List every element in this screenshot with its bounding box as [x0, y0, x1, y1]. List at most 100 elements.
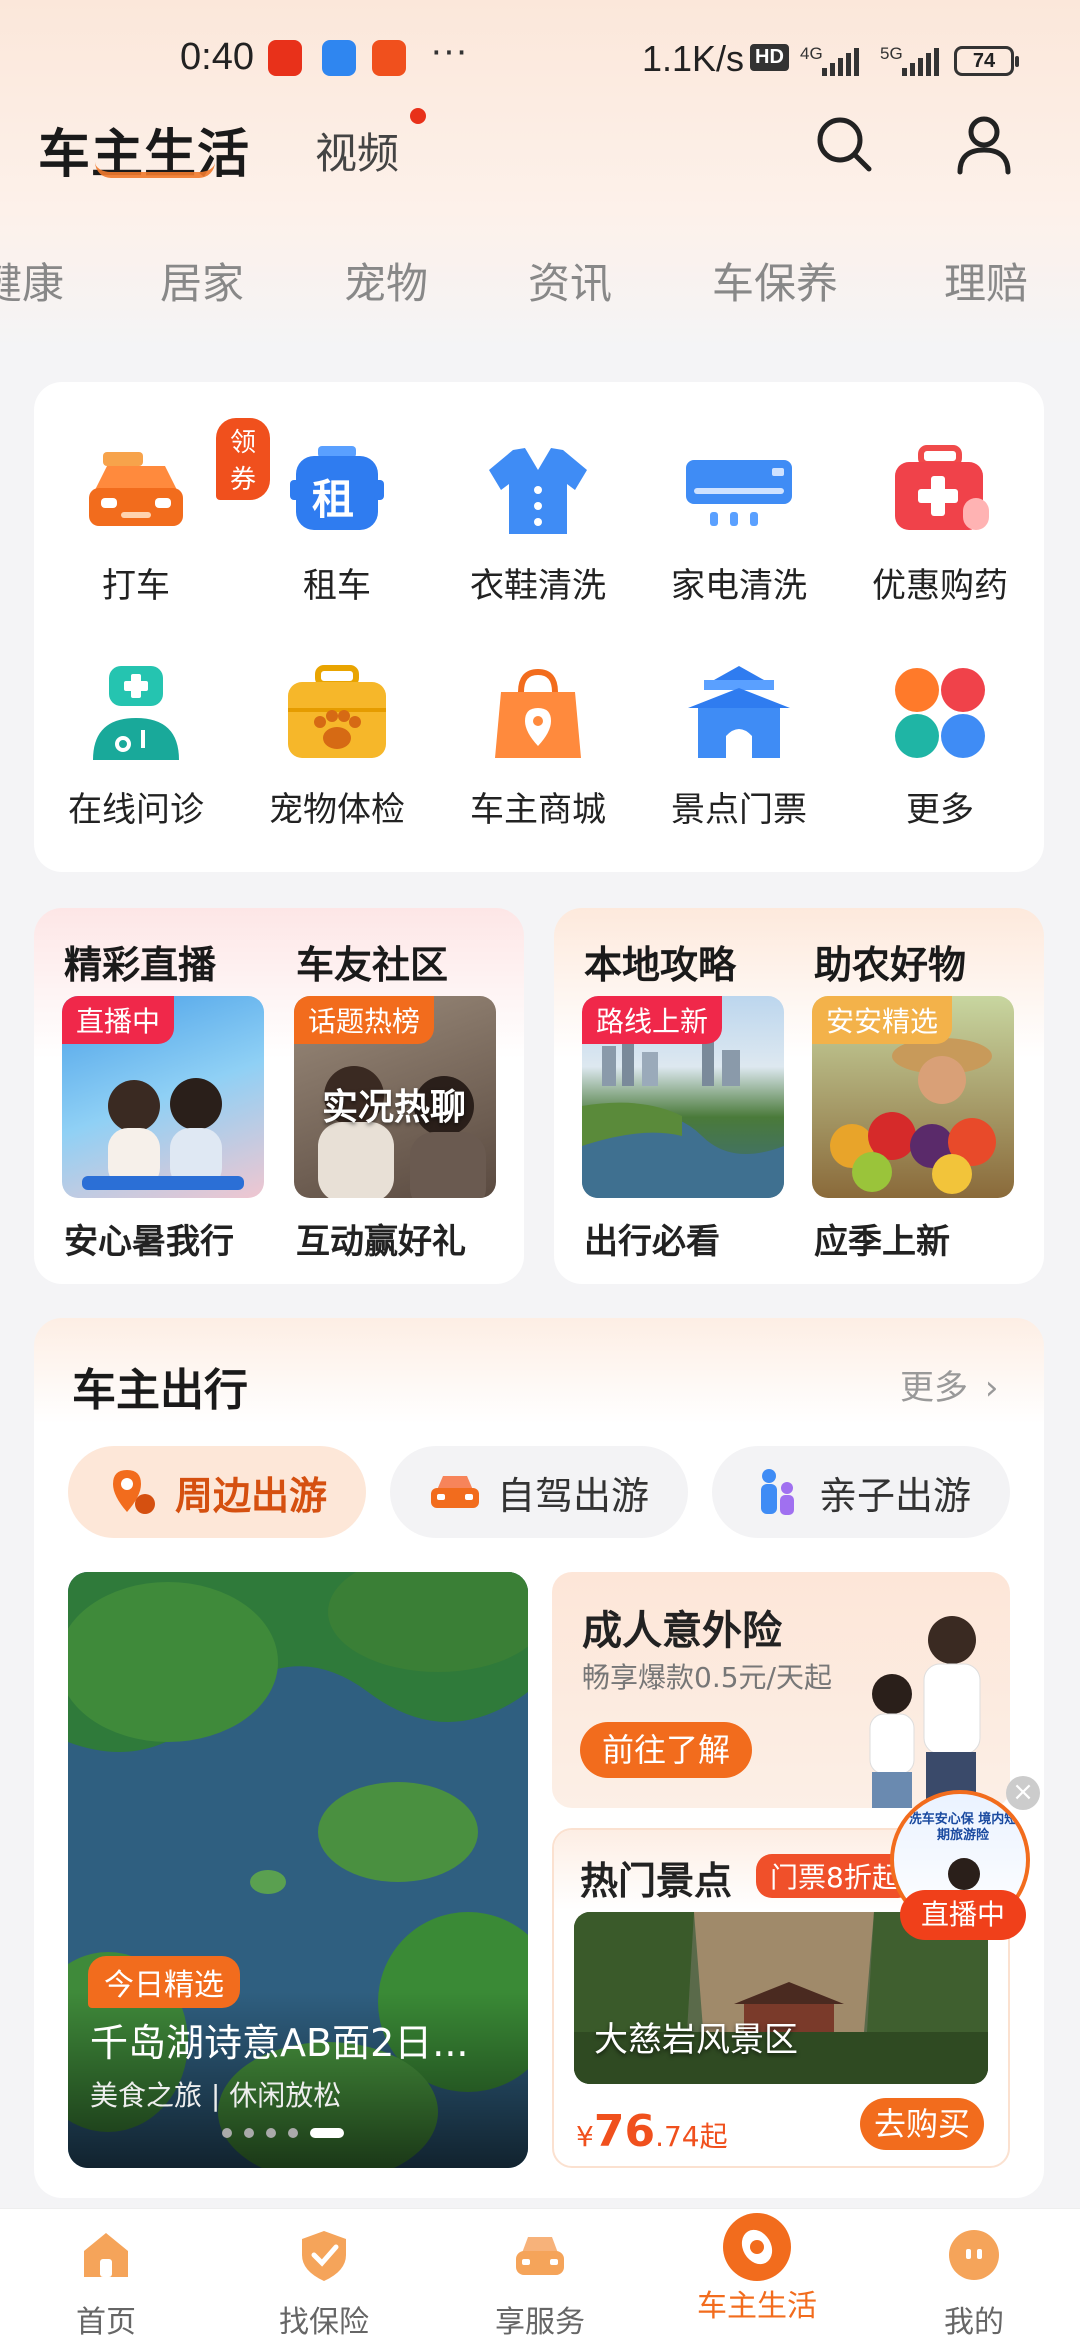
profile-icon: [949, 2230, 999, 2280]
chip-nearby-travel[interactable]: 周边出游: [68, 1446, 366, 1538]
travel-more-link[interactable]: 更多 ›: [900, 1360, 998, 1409]
signal-bars-2-icon: [902, 48, 939, 76]
service-label: 车主商城: [470, 790, 606, 830]
hd-voice-icon: HD: [750, 44, 789, 71]
travel-section-title: 车主出行: [72, 1365, 248, 1416]
live-community-card: 精彩直播 车友社区 直播中 话题热榜 实况热聊 安心暑我行 互动赢好礼: [34, 908, 524, 1284]
chip-self-drive[interactable]: 自驾出游: [390, 1446, 688, 1538]
new-route-badge: 路线上新: [582, 996, 723, 1044]
service-label: 打车: [102, 566, 170, 606]
tab-claims[interactable]: 理赔: [944, 250, 1028, 311]
nav-services[interactable]: 享服务: [460, 2227, 620, 2340]
more-notifications-icon: ···: [430, 30, 468, 72]
nav-insurance[interactable]: 找保险: [244, 2227, 404, 2340]
user-icon[interactable]: [952, 112, 1016, 176]
farm-goods-caption: 应季上新: [814, 1222, 950, 1262]
car-service-icon: [516, 2237, 564, 2275]
community-title[interactable]: 车友社区: [296, 934, 448, 989]
scenic-title: 热门景点: [580, 1859, 733, 1903]
insurance-subtitle: 畅享爆款0.5元/天起: [582, 1661, 832, 1694]
service-label: 家电清洗: [671, 566, 807, 606]
app-notification-icon: [322, 40, 356, 76]
app-notification-icon-2: [372, 40, 406, 76]
air-conditioner-icon: [686, 460, 792, 526]
brand-underline: [95, 162, 215, 178]
insurance-title: 成人意外险: [582, 1608, 782, 1654]
community-thumbnail[interactable]: 话题热榜 实况热聊: [294, 996, 496, 1198]
service-medicine[interactable]: 优惠购药: [855, 440, 1025, 607]
local-guide-thumbnail[interactable]: 路线上新: [582, 996, 784, 1198]
nav-car-life[interactable]: 车主生活: [677, 2213, 837, 2325]
taobao-notification-icon: [268, 40, 302, 76]
battery-level: 74: [972, 50, 996, 72]
home-icon: [84, 2233, 128, 2277]
nav-label: 车主生活: [697, 2289, 817, 2324]
chip-family-travel[interactable]: 亲子出游: [712, 1446, 1010, 1538]
tab-car-maintenance[interactable]: 车保养: [712, 250, 838, 311]
tab-health[interactable]: 健康: [0, 250, 64, 311]
chip-label: 亲子出游: [818, 1473, 971, 1518]
service-taxi[interactable]: 领券 打车: [51, 418, 271, 607]
service-label: 宠物体检: [269, 790, 405, 830]
nav-label: 我的: [944, 2305, 1004, 2340]
tab-pets[interactable]: 宠物: [344, 250, 428, 311]
service-appliance-cleaning[interactable]: 家电清洗: [654, 440, 824, 607]
battery-icon: 74: [954, 46, 1019, 76]
today-pick-badge: 今日精选: [88, 1956, 240, 2008]
more-label: 更多: [900, 1368, 968, 1408]
service-label: 优惠购药: [872, 566, 1008, 606]
service-label: 更多: [906, 790, 974, 830]
tab-news[interactable]: 资讯: [528, 250, 612, 311]
price-integer: 76: [593, 2106, 656, 2157]
chevron-right-icon: ›: [984, 1368, 999, 1408]
service-mall[interactable]: 车主商城: [453, 664, 623, 831]
selection-badge: 安安精选: [812, 996, 953, 1044]
network-speed: 1.1K/s: [642, 38, 745, 79]
nav-home[interactable]: 首页: [26, 2227, 186, 2340]
nav-label: 首页: [76, 2305, 136, 2340]
tab-home[interactable]: 居家: [160, 250, 244, 311]
featured-trip-card[interactable]: 今日精选 千岛湖诗意AB面2日... 美食之旅 | 休闲放松: [68, 1572, 528, 2168]
service-laundry[interactable]: 衣鞋清洗: [453, 440, 623, 607]
live-widget-banner: 洗车安心保 境内短期旅游险: [908, 1812, 1018, 1843]
rental-glyph: 租: [312, 475, 355, 524]
more-dots-icon: [895, 668, 985, 758]
service-pet-checkup[interactable]: 宠物体检: [252, 664, 422, 831]
close-live-widget-icon[interactable]: ×: [1006, 1776, 1040, 1810]
scenic-place-name: 大慈岩风景区: [594, 2020, 798, 2060]
learn-more-button[interactable]: 前往了解: [580, 1722, 752, 1778]
farm-goods-thumbnail[interactable]: 安安精选: [812, 996, 1014, 1198]
carousel-indicator: [222, 2128, 344, 2138]
status-time: 0:40: [180, 36, 254, 78]
service-car-rental[interactable]: 租 租车: [252, 440, 422, 607]
service-label: 在线问诊: [68, 790, 204, 830]
video-tab[interactable]: 视频: [315, 120, 399, 181]
service-label: 景点门票: [671, 790, 807, 830]
chip-label: 自驾出游: [496, 1473, 649, 1518]
nav-mine[interactable]: 我的: [894, 2227, 1054, 2340]
farm-goods-title[interactable]: 助农好物: [814, 934, 966, 989]
live-now-label[interactable]: 直播中: [900, 1890, 1026, 1940]
service-scenic-tickets[interactable]: 景点门票: [654, 664, 824, 831]
temple-icon: [688, 666, 790, 758]
chip-label: 周边出游: [174, 1473, 327, 1518]
price-currency: ¥: [576, 2120, 594, 2153]
buy-button[interactable]: 去购买: [860, 2098, 984, 2150]
hot-topic-badge: 话题热榜: [294, 996, 435, 1044]
shirt-icon: [489, 448, 587, 534]
live-stream-thumbnail[interactable]: 直播中: [62, 996, 264, 1198]
local-guide-title[interactable]: 本地攻略: [584, 934, 736, 989]
shopping-bag-icon: [495, 668, 581, 758]
nav-label: 找保险: [279, 2305, 369, 2340]
search-icon[interactable]: [812, 112, 876, 176]
live-caption: 安心暑我行: [64, 1222, 234, 1262]
service-more[interactable]: 更多: [855, 664, 1025, 831]
community-caption: 互动赢好礼: [296, 1222, 466, 1262]
medicine-kit-icon: [895, 445, 989, 530]
doctor-icon: [93, 666, 179, 760]
category-tabs: 健康 居家 宠物 资讯 车保养 理赔: [0, 250, 1080, 310]
live-title[interactable]: 精彩直播: [64, 934, 216, 989]
live-badge: 直播中: [62, 996, 175, 1044]
service-online-consult[interactable]: 在线问诊: [51, 664, 221, 831]
signal-bars-1-icon: [822, 48, 859, 76]
